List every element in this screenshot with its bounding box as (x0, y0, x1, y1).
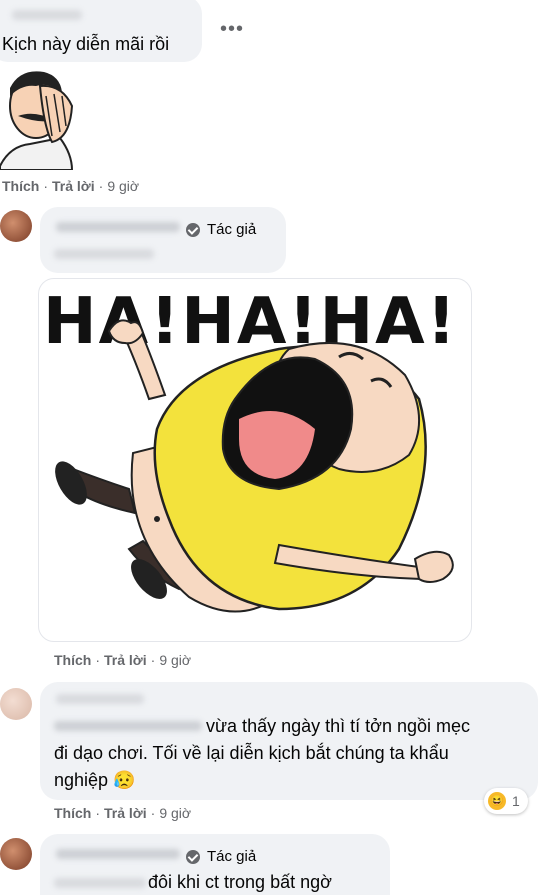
comment-text-3-line1: vừa thấy ngày thì tí tởn ngồi mẹc (206, 716, 470, 736)
reaction-summary[interactable]: 😆 1 (484, 788, 528, 814)
verified-check-icon (186, 222, 200, 237)
like-link[interactable]: Thích (2, 178, 39, 194)
commenter-name-blurred[interactable] (56, 222, 180, 232)
reply-link[interactable]: Trả lời (104, 805, 147, 821)
comment-actions-1: Thích · Trả lời · 9 giờ (2, 178, 140, 194)
verified-check-icon (186, 849, 200, 864)
reply-link[interactable]: Trả lời (52, 178, 95, 194)
author-badge-label: Tác giả (207, 848, 257, 865)
like-link[interactable]: Thích (54, 805, 91, 821)
comment-actions-3: Thích · Trả lời · 9 giờ (54, 805, 192, 821)
haha-reaction-icon: 😆 (488, 792, 506, 810)
tagged-name-blurred[interactable] (54, 878, 146, 888)
avatar[interactable] (0, 838, 32, 870)
author-badge: Tác giả (186, 848, 256, 865)
comment-text-4: đôi khi ct trong bất ngờ (148, 872, 332, 892)
comment-text-3-line3: nghiệp 😥 (54, 770, 136, 790)
laughing-character-illustration (55, 319, 454, 613)
commenter-name-blurred[interactable] (56, 849, 180, 859)
avatar[interactable] (0, 210, 32, 242)
comment-actions-2: Thích · Trả lời · 9 giờ (54, 652, 192, 668)
author-badge: Tác giả (186, 221, 256, 238)
reply-link[interactable]: Trả lời (104, 652, 147, 668)
comment-text-1: Kịch này diễn mãi rồi (2, 34, 170, 54)
author-badge-label: Tác giả (207, 221, 257, 238)
timestamp[interactable]: 9 giờ (107, 178, 139, 194)
timestamp[interactable]: 9 giờ (159, 652, 191, 668)
avatar[interactable] (0, 688, 32, 720)
reaction-count: 1 (512, 793, 520, 809)
tagged-name-blurred[interactable] (54, 249, 154, 259)
commenter-name-blurred[interactable] (12, 10, 82, 20)
haha-sticker[interactable]: HA!HA!HA! (38, 278, 472, 642)
more-options-icon[interactable]: ••• (220, 18, 244, 41)
commenter-name-blurred[interactable] (56, 694, 144, 704)
facepalm-sticker (0, 71, 74, 170)
comment-text-3-line2: đi dạo chơi. Tối về lại diễn kịch bắt ch… (54, 743, 449, 763)
timestamp[interactable]: 9 giờ (159, 805, 191, 821)
like-link[interactable]: Thích (54, 652, 91, 668)
tagged-name-blurred[interactable] (54, 721, 202, 731)
comment-bubble-2 (40, 207, 286, 273)
